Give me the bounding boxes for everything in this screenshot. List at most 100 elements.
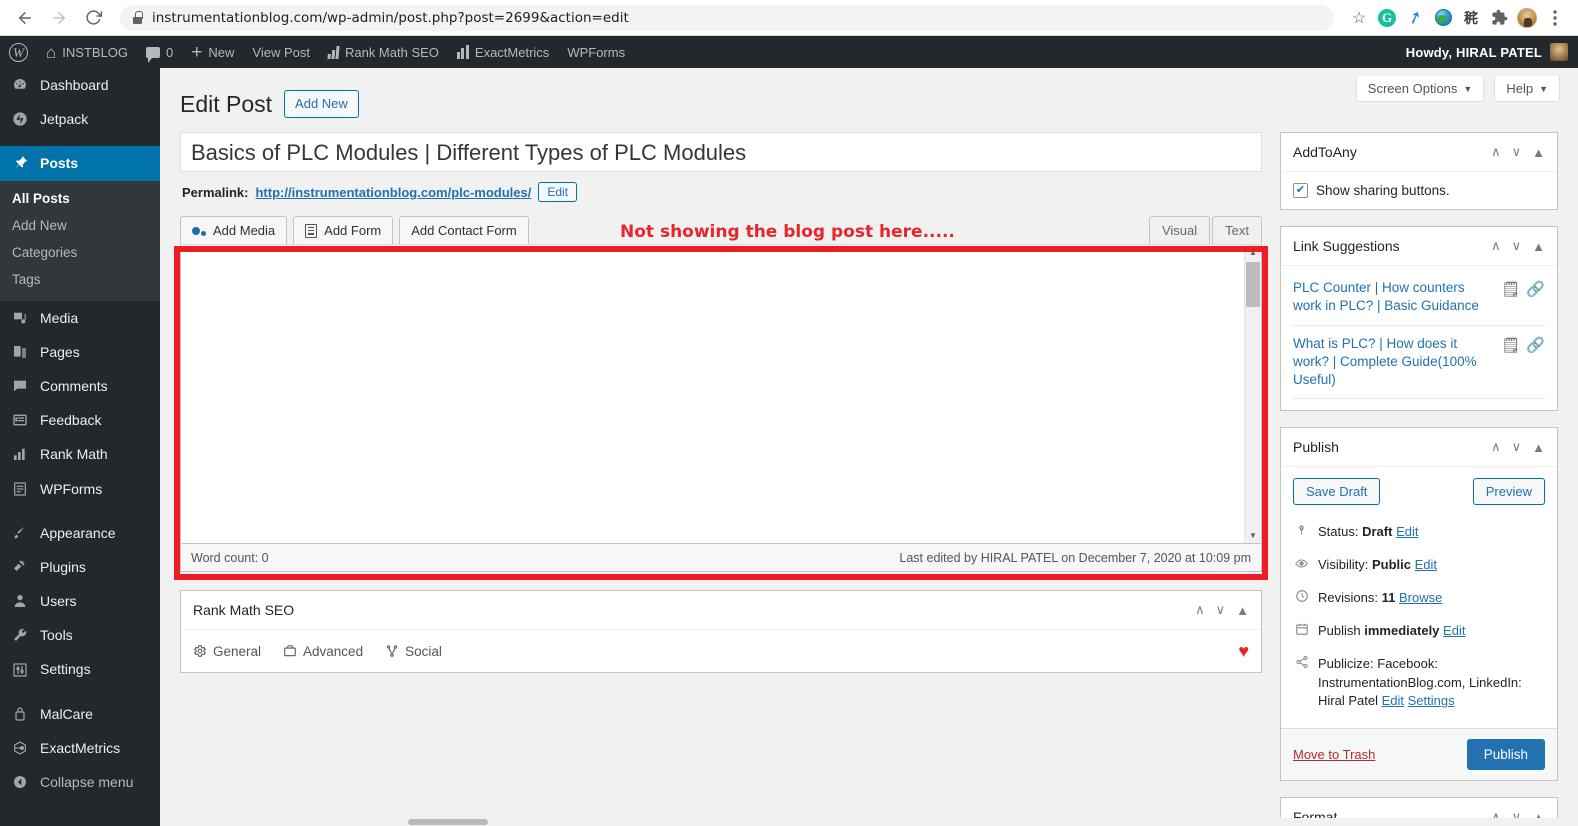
copy-icon[interactable]: 🗒 <box>1501 280 1520 298</box>
sidebar-item-dashboard[interactable]: Dashboard <box>0 68 160 102</box>
download-manager-icon[interactable] <box>1430 5 1456 31</box>
move-down-icon[interactable]: ∨ <box>1216 602 1226 618</box>
sidebar-item-wpforms[interactable]: WPForms <box>0 472 160 506</box>
permalink-link[interactable]: http://instrumentationblog.com/plc-modul… <box>255 185 531 200</box>
link-suggestion-link[interactable]: What is PLC? | How does it work? | Compl… <box>1293 335 1493 390</box>
visibility-edit-link[interactable]: Edit <box>1415 557 1437 572</box>
address-bar[interactable]: instrumentationblog.com/wp-admin/post.ph… <box>120 4 1334 31</box>
comment-icon <box>146 46 161 63</box>
revisions-browse-link[interactable]: Browse <box>1399 590 1442 605</box>
sidebar-item-settings[interactable]: Settings <box>0 652 160 686</box>
tab-general[interactable]: General <box>193 644 261 659</box>
adminbar-account[interactable]: Howdy, HIRAL PATEL <box>1406 43 1578 61</box>
back-arrow-icon[interactable] <box>10 3 40 33</box>
sidebar-item-collapse-menu[interactable]: Collapse menu <box>0 765 160 799</box>
sidebar-subitem-add-new[interactable]: Add New <box>0 212 160 239</box>
briefcase-icon <box>284 645 296 657</box>
grammarly-icon[interactable]: G <box>1374 5 1400 31</box>
scroll-thumb[interactable] <box>1246 262 1260 308</box>
reload-icon[interactable] <box>78 3 108 33</box>
editor-content-area[interactable]: ▲ ▼ <box>180 244 1262 545</box>
profile-avatar[interactable] <box>1514 5 1540 31</box>
move-down-icon[interactable]: ∨ <box>1512 238 1522 254</box>
forward-arrow-icon[interactable] <box>44 3 74 33</box>
publish-button[interactable]: Publish <box>1466 739 1545 771</box>
save-draft-button[interactable]: Save Draft <box>1293 478 1381 506</box>
sidebar-item-plugins[interactable]: Plugins <box>0 550 160 584</box>
adminbar-view-post[interactable]: View Post <box>243 36 319 68</box>
add-contact-form-button[interactable]: Add Contact Form <box>399 216 529 245</box>
toggle-panel-icon[interactable]: ▲ <box>1532 145 1545 160</box>
sidebar-item-malcare[interactable]: MalCare <box>0 697 160 731</box>
screen-options-button[interactable]: Screen Options ▼ <box>1355 76 1485 102</box>
show-sharing-buttons-row[interactable]: ✔ Show sharing buttons. <box>1293 183 1545 199</box>
move-up-icon[interactable]: ∧ <box>1195 602 1205 618</box>
script-icon[interactable]: 䅊 <box>1458 5 1484 31</box>
checkbox-checked-icon[interactable]: ✔ <box>1293 183 1308 199</box>
tab-social[interactable]: Social <box>385 644 442 659</box>
scroll-up-icon[interactable]: ▲ <box>1245 245 1261 260</box>
heart-icon[interactable]: ♥ <box>1238 642 1249 660</box>
wordpress-logo[interactable]: W <box>0 36 37 68</box>
help-button[interactable]: Help ▼ <box>1494 76 1560 102</box>
adminbar-wpforms[interactable]: WPForms <box>558 36 634 68</box>
preview-button[interactable]: Preview <box>1472 478 1545 506</box>
sidebar-item-appearance[interactable]: Appearance <box>0 516 160 550</box>
adminbar-comments[interactable]: 0 <box>137 36 182 68</box>
page-horizontal-scrollbar[interactable] <box>160 818 1578 826</box>
add-form-button[interactable]: Add Form <box>293 216 394 245</box>
link-icon[interactable]: 🔗 <box>1526 280 1545 298</box>
status-edit-link[interactable]: Edit <box>1396 524 1418 539</box>
post-title-input[interactable]: Basics of PLC Modules | Different Types … <box>180 132 1262 173</box>
toggle-panel-icon[interactable]: ▲ <box>1236 603 1249 618</box>
schedule-edit-link[interactable]: Edit <box>1443 623 1465 638</box>
move-to-trash-link[interactable]: Move to Trash <box>1293 747 1375 762</box>
sidebar-item-exactmetrics[interactable]: ExactMetrics <box>0 731 160 765</box>
rankmath-icon <box>327 45 340 59</box>
sidebar-subitem-all-posts[interactable]: All Posts <box>0 185 160 212</box>
add-media-button[interactable]: Add Media <box>180 216 288 245</box>
editor-scrollbar[interactable]: ▲ ▼ <box>1244 245 1261 544</box>
sidebar-item-feedback[interactable]: Feedback <box>0 403 160 437</box>
sidebar-item-rank-math[interactable]: Rank Math <box>0 437 160 471</box>
sidebar-item-jetpack[interactable]: Jetpack <box>0 102 160 136</box>
sidebar-item-comments[interactable]: Comments <box>0 369 160 403</box>
sidebar-item-posts[interactable]: Posts <box>0 146 160 181</box>
publicize-edit-link[interactable]: Edit <box>1382 693 1404 708</box>
copy-icon[interactable]: 🗒 <box>1501 336 1520 354</box>
sidebar-item-media[interactable]: Media <box>0 301 160 335</box>
toggle-panel-icon[interactable]: ▲ <box>1532 239 1545 254</box>
sidebar-item-tools[interactable]: Tools <box>0 618 160 652</box>
adminbar-site-name[interactable]: INSTBLOG <box>37 36 137 68</box>
scroll-down-icon[interactable]: ▼ <box>1245 528 1261 543</box>
toggle-panel-icon[interactable]: ▲ <box>1532 440 1545 455</box>
move-up-icon[interactable]: ∧ <box>1491 238 1501 254</box>
page-scroll-thumb[interactable] <box>408 819 488 825</box>
sidebar-item-pages[interactable]: Pages <box>0 335 160 369</box>
link-icon[interactable]: 🔗 <box>1526 336 1545 354</box>
sidebar-subitem-tags[interactable]: Tags <box>0 266 160 293</box>
publicize-settings-link[interactable]: Settings <box>1408 693 1455 708</box>
adminbar-exactmetrics[interactable]: ExactMetrics <box>448 36 558 68</box>
move-up-icon[interactable]: ∧ <box>1491 439 1501 455</box>
adminbar-new[interactable]: New <box>182 36 243 68</box>
form-icon <box>305 223 318 238</box>
link-suggestion-link[interactable]: PLC Counter | How counters work in PLC? … <box>1293 279 1493 315</box>
help-label: Help <box>1506 81 1534 96</box>
move-up-icon[interactable]: ∧ <box>1491 144 1501 160</box>
move-down-icon[interactable]: ∨ <box>1512 144 1522 160</box>
kebab-menu-icon[interactable] <box>1542 5 1568 31</box>
star-icon[interactable]: ☆ <box>1346 5 1372 31</box>
tab-text[interactable]: Text <box>1212 216 1262 245</box>
add-new-button[interactable]: Add New <box>284 90 359 119</box>
tab-visual[interactable]: Visual <box>1148 216 1211 245</box>
sidebar-subitem-categories[interactable]: Categories <box>0 239 160 266</box>
sidebar-separator <box>0 136 160 146</box>
puzzle-extensions-icon[interactable] <box>1486 5 1512 31</box>
adminbar-rank-math[interactable]: Rank Math SEO <box>319 36 448 68</box>
tab-advanced[interactable]: Advanced <box>283 644 363 659</box>
pointer-icon[interactable]: ➚ <box>1402 5 1428 31</box>
sidebar-item-users[interactable]: Users <box>0 584 160 618</box>
permalink-edit-button[interactable]: Edit <box>538 182 578 203</box>
move-down-icon[interactable]: ∨ <box>1512 439 1522 455</box>
